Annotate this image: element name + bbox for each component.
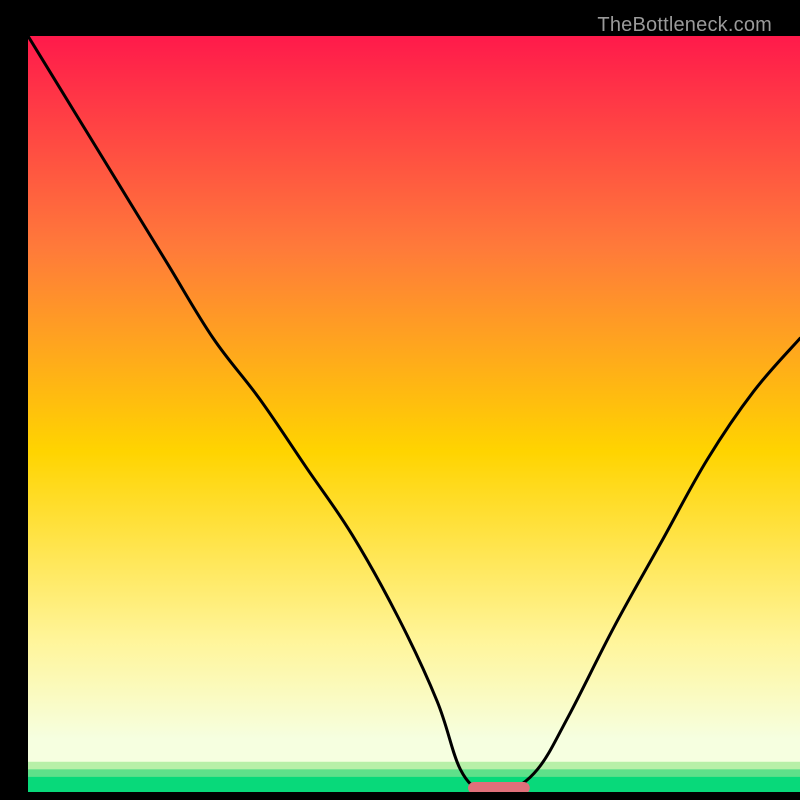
gradient-background (28, 36, 800, 792)
watermark-text: TheBottleneck.com (597, 14, 772, 37)
green-band-stripe (28, 762, 800, 770)
plot-area (28, 36, 800, 792)
green-band-stripe (28, 784, 800, 792)
green-band-stripe (28, 769, 800, 777)
chart-svg (28, 36, 800, 792)
minimum-marker (468, 782, 530, 792)
chart-frame: TheBottleneck.com (14, 14, 786, 786)
green-band-stripe (28, 777, 800, 785)
green-band-group (28, 762, 800, 792)
